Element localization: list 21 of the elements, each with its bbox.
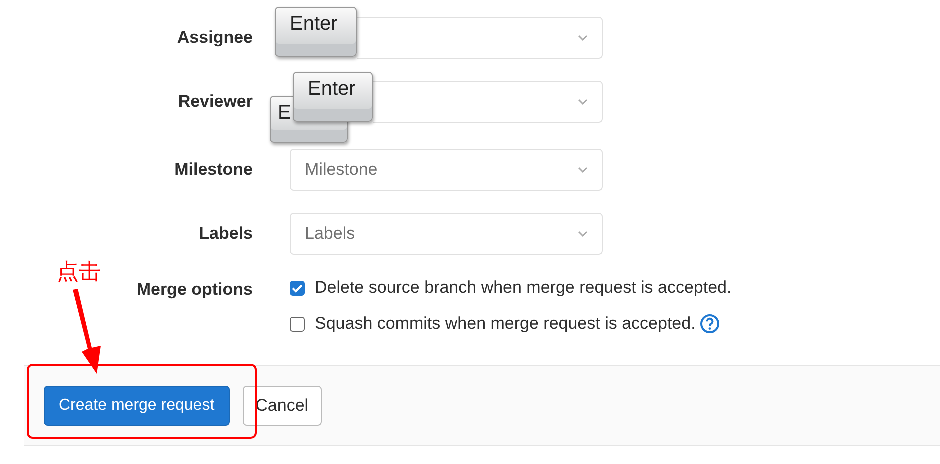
select-dropdown[interactable]: Milestone [290,149,603,191]
field-label: Assignee [176,27,253,50]
field-label: Milestone [174,159,253,182]
enter-keycap: Enter [275,7,357,57]
select-dropdown[interactable]: Labels [290,213,603,255]
chevron-down-icon [578,35,588,41]
chevron-down-icon [578,99,588,105]
help-icon[interactable] [700,314,720,334]
cancel-button[interactable]: Cancel [242,386,322,426]
chevron-down-icon [578,167,588,173]
enter-keycap: Enter [293,72,373,122]
checkbox-label: Squash commits when merge request is accepted. [315,313,696,336]
field-label: Labels [198,223,253,246]
checkbox[interactable] [290,280,305,296]
field-label: Merge options [136,279,253,301]
checkbox-label: Delete source branch when merge request is accepted. [315,277,732,300]
checkbox[interactable] [290,316,305,332]
chevron-down-icon [578,231,588,237]
annotation-text: 点击 [57,259,101,287]
field-label: Reviewer [177,91,253,114]
create-button[interactable]: Create merge request [44,386,230,426]
